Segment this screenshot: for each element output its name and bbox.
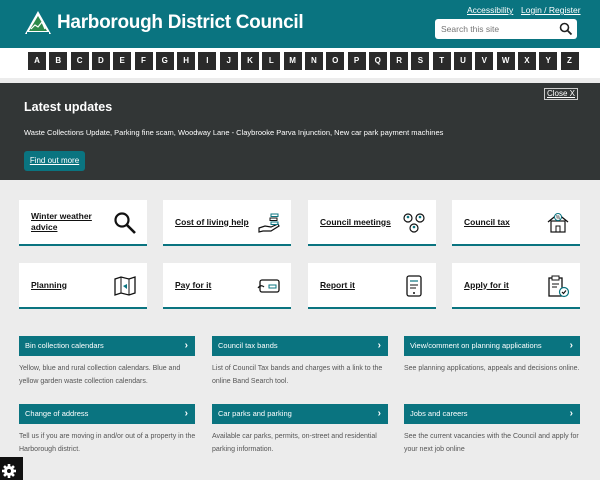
az-letter-q[interactable]: Q: [368, 52, 387, 70]
az-letter-p[interactable]: P: [347, 52, 366, 70]
tile-planning[interactable]: Planning: [19, 263, 147, 309]
tile-report-it[interactable]: Report it: [308, 263, 436, 309]
service-link-council-tax-bands[interactable]: Council tax bands ›: [212, 336, 388, 356]
az-letter-z[interactable]: Z: [560, 52, 579, 70]
tile-winter-weather[interactable]: Winter weather advice: [19, 200, 147, 246]
chevron-right-icon: ›: [184, 408, 188, 419]
site-title[interactable]: Harborough District Council: [57, 12, 304, 34]
tile-label: Apply for it: [464, 279, 509, 290]
az-letter-w[interactable]: W: [496, 52, 515, 70]
updates-text: Waste Collections Update, Parking fine s…: [24, 128, 444, 137]
hand-coins-icon: [258, 213, 280, 233]
az-letter-x[interactable]: X: [517, 52, 536, 70]
chevron-right-icon: ›: [184, 340, 188, 351]
map-icon: [114, 276, 136, 296]
az-letter-b[interactable]: B: [49, 52, 68, 70]
people-meeting-icon: [403, 213, 425, 233]
latest-updates-banner: Close X Latest updates Waste Collections…: [0, 83, 600, 180]
az-letter-i[interactable]: I: [198, 52, 217, 70]
updates-title: Latest updates: [24, 100, 113, 114]
az-letter-c[interactable]: C: [70, 52, 89, 70]
tile-label: Report it: [320, 279, 355, 290]
council-logo-icon[interactable]: [24, 10, 52, 36]
service-link-label: Car parks and parking: [218, 409, 292, 418]
phone-report-icon: [406, 275, 422, 297]
svg-text:%: %: [556, 215, 561, 221]
tile-label: Planning: [31, 279, 67, 290]
service-link-jobs-careers[interactable]: Jobs and careers ›: [404, 404, 580, 424]
search-input[interactable]: [435, 19, 555, 39]
az-letter-s[interactable]: S: [411, 52, 430, 70]
service-link-label: View/comment on planning applications: [410, 341, 542, 350]
az-letter-g[interactable]: G: [155, 52, 174, 70]
service-description: Yellow, blue and rural collection calend…: [19, 365, 181, 385]
tile-council-tax[interactable]: Council tax %: [452, 200, 580, 246]
payment-card-icon: [257, 279, 280, 293]
az-letter-u[interactable]: U: [454, 52, 472, 70]
clipboard-check-icon: [548, 275, 570, 298]
service-link-label: Change of address: [25, 409, 89, 418]
az-letter-t[interactable]: T: [432, 52, 451, 70]
service-link-label: Jobs and careers: [410, 409, 468, 418]
chevron-right-icon: ›: [569, 340, 573, 351]
az-letter-v[interactable]: V: [475, 52, 494, 70]
house-percent-icon: %: [547, 213, 569, 233]
service-description: Available car parks, permits, on-street …: [212, 433, 377, 453]
service-description: See planning applications, appeals and d…: [404, 365, 580, 372]
tile-council-meetings[interactable]: Council meetings: [308, 200, 436, 246]
az-letter-h[interactable]: H: [177, 52, 196, 70]
close-updates-button[interactable]: Close X: [544, 88, 579, 100]
service-link-car-parks[interactable]: Car parks and parking ›: [212, 404, 388, 424]
accessibility-link[interactable]: Accessibility: [467, 5, 513, 15]
tile-label: Council meetings: [320, 216, 391, 227]
service-link-bin-calendars[interactable]: Bin collection calendars ›: [19, 336, 195, 356]
search-box: [435, 19, 577, 39]
az-letter-y[interactable]: Y: [539, 52, 558, 70]
service-description: List of Council Tax bands and charges wi…: [212, 365, 383, 385]
az-letter-o[interactable]: O: [326, 52, 345, 70]
find-out-more-button[interactable]: Find out more: [24, 151, 85, 171]
az-letter-k[interactable]: K: [241, 52, 259, 70]
service-link-planning-applications[interactable]: View/comment on planning applications ›: [404, 336, 580, 356]
search-icon[interactable]: [559, 22, 573, 36]
tile-cost-of-living[interactable]: Cost of living help: [163, 200, 291, 246]
cookie-settings-button[interactable]: [0, 457, 23, 480]
az-letter-d[interactable]: D: [91, 52, 110, 70]
chevron-right-icon: ›: [377, 340, 381, 351]
az-letter-l[interactable]: L: [262, 52, 281, 70]
service-description: Tell us if you are moving in and/or out …: [19, 433, 196, 453]
az-letter-n[interactable]: N: [304, 52, 323, 70]
az-letter-r[interactable]: R: [390, 52, 409, 70]
az-letter-m[interactable]: M: [283, 52, 302, 70]
tile-pay-for-it[interactable]: Pay for it: [163, 263, 291, 309]
tile-label: Council tax: [464, 216, 510, 227]
tile-label: Pay for it: [175, 279, 212, 290]
magnifier-icon: [114, 212, 136, 234]
a-to-z-nav: ABCDEFGHIJKLMNOPQRSTUVWXYZ: [0, 48, 600, 78]
tile-label: Winter weather advice: [31, 211, 92, 232]
service-description: See the current vacancies with the Counc…: [404, 433, 579, 453]
az-letter-e[interactable]: E: [113, 52, 132, 70]
az-letter-j[interactable]: J: [219, 52, 238, 70]
tile-label: Cost of living help: [175, 216, 249, 227]
tile-apply-for-it[interactable]: Apply for it: [452, 263, 580, 309]
login-register-link[interactable]: Login / Register: [521, 5, 581, 15]
chevron-right-icon: ›: [377, 408, 381, 419]
service-link-label: Bin collection calendars: [25, 341, 104, 350]
gear-icon: [2, 464, 16, 478]
chevron-right-icon: ›: [569, 408, 573, 419]
service-link-label: Council tax bands: [218, 341, 278, 350]
site-header: Harborough District Council Accessibilit…: [0, 0, 600, 48]
az-letter-f[interactable]: F: [134, 52, 153, 70]
az-letter-a[interactable]: A: [28, 52, 46, 70]
service-link-change-of-address[interactable]: Change of address ›: [19, 404, 195, 424]
